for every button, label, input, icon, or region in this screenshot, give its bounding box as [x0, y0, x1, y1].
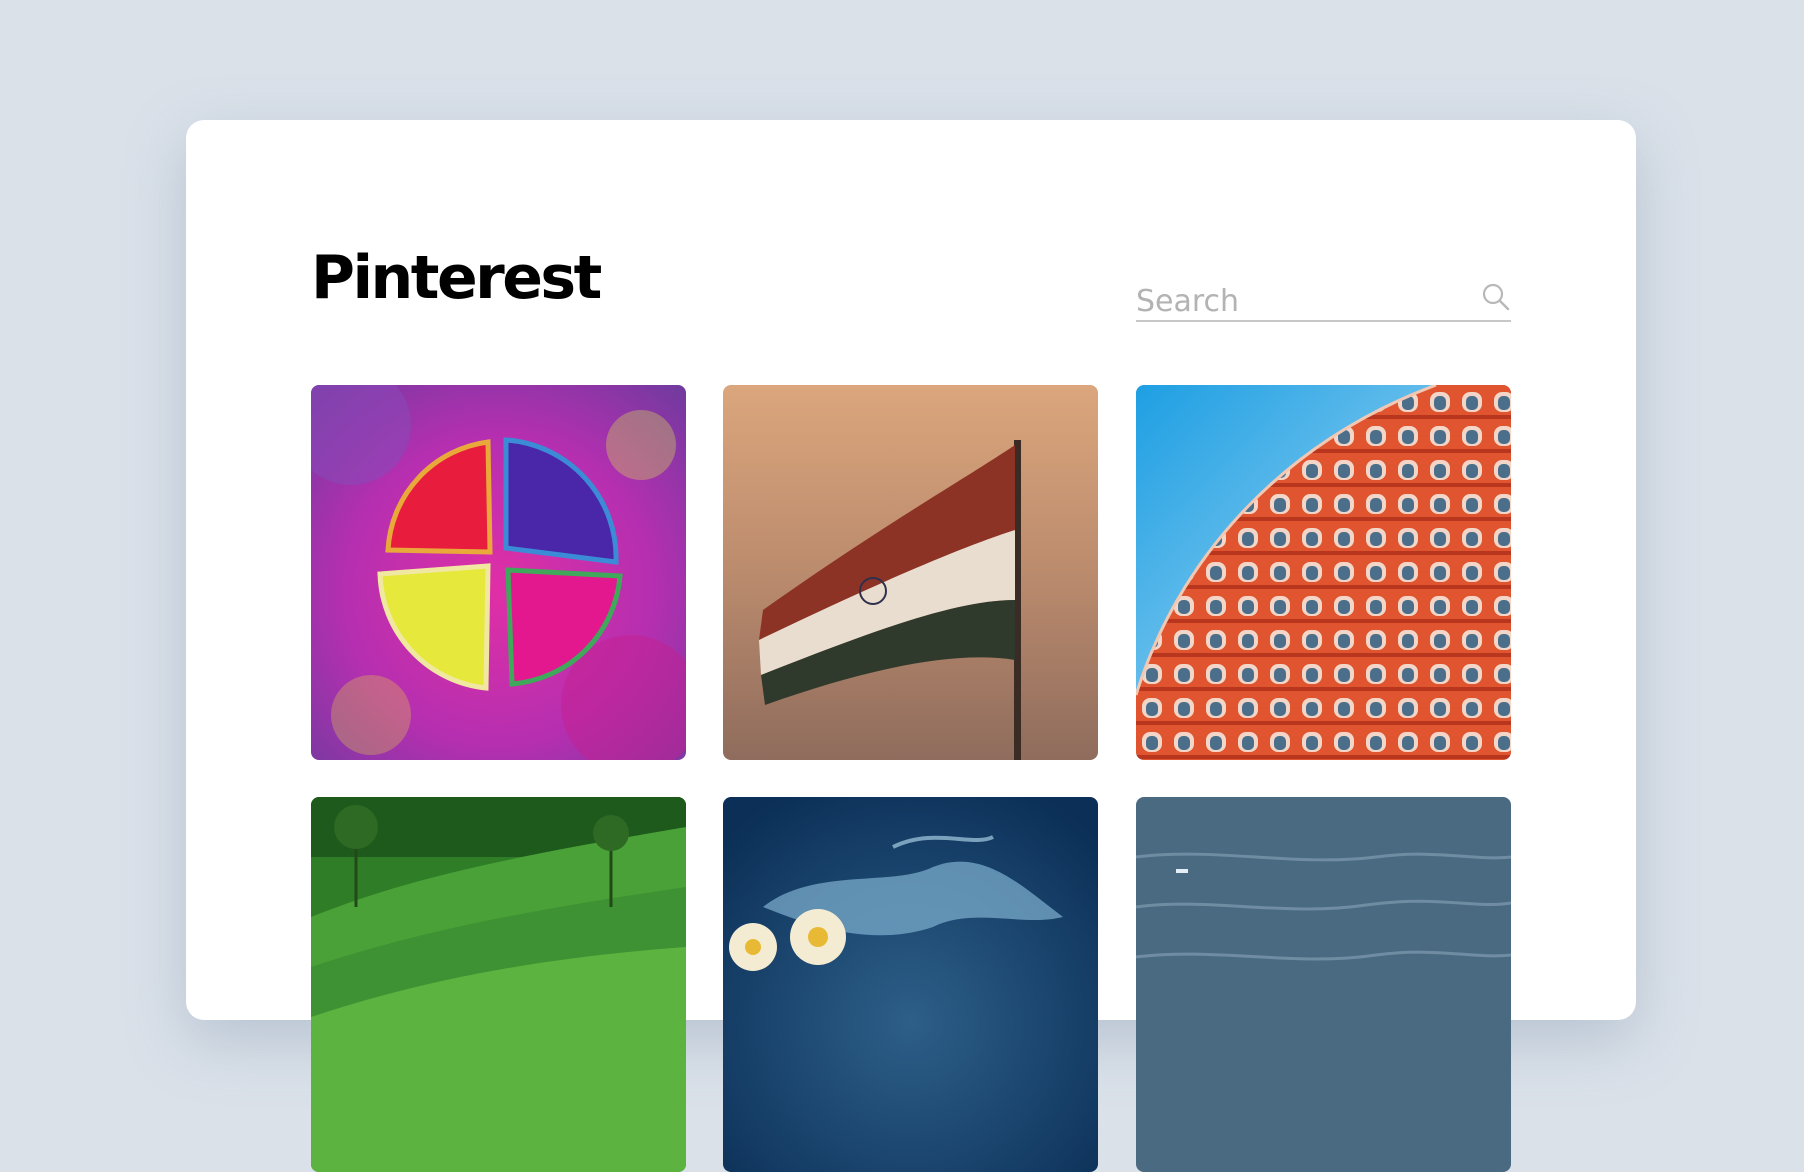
indian-flag-image: [723, 385, 1098, 760]
search-input[interactable]: [1136, 284, 1456, 318]
pin-tea-plantation[interactable]: [311, 797, 686, 1172]
search-bar: [1136, 278, 1511, 322]
page-title: Pinterest: [311, 243, 602, 313]
flowers-water-image: [723, 797, 1098, 1172]
pin-holi-colors[interactable]: [311, 385, 686, 760]
main-card: Pinterest: [186, 120, 1636, 1172]
pin-indian-flag[interactable]: [723, 385, 1098, 760]
pin-flowers-water[interactable]: [723, 797, 1098, 1172]
tea-plantation-image: [311, 797, 686, 1172]
pin-hawa-mahal[interactable]: [1136, 385, 1511, 760]
search-icon[interactable]: [1481, 282, 1511, 312]
hawa-mahal-image: [1136, 385, 1511, 760]
sea-image: [1136, 797, 1511, 1172]
holi-colors-image: [311, 385, 686, 760]
pin-sea[interactable]: [1136, 797, 1511, 1172]
